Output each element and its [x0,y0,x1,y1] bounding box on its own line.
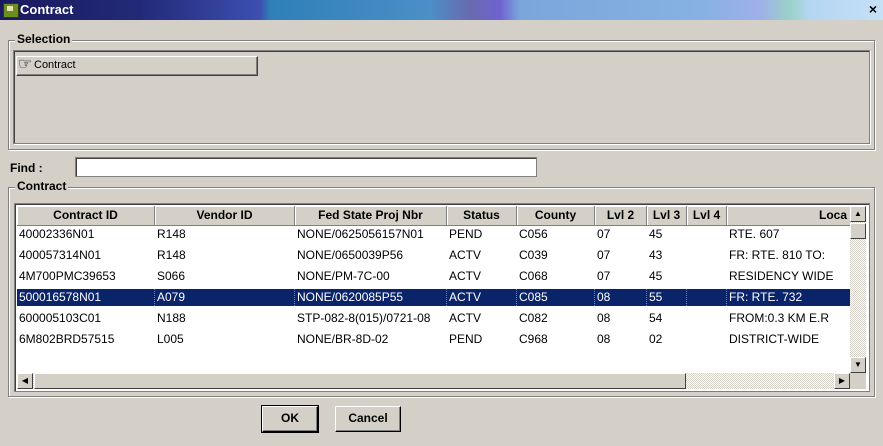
table-cell: NONE/BR-8D-02 [297,332,389,346]
column-header[interactable]: Loca [727,206,852,226]
table-cell: DISTRICT-WIDE [729,332,819,346]
table-cell: 600005103C01 [19,311,102,325]
table-cell: C082 [519,311,548,325]
cancel-button[interactable]: Cancel [335,406,401,432]
table-cell: ACTV [447,289,517,306]
scroll-right-icon[interactable]: ▶ [834,373,850,389]
column-header[interactable]: Lvl 3 [647,206,687,226]
table-cell: 500016578N01 [17,289,155,306]
table-cell: 07 [597,248,611,262]
table-row[interactable]: 600005103C01 N188 STP-082-8(015)/0721-08 AC… [17,310,850,327]
grid-header: Contract ID Vendor ID Fed State Proj Nbr St… [17,206,852,226]
table-cell: STP-082-8(015)/0721-08 [297,311,431,325]
scroll-up-icon[interactable]: ▲ [850,206,866,222]
table-row[interactable]: 40002336N01 R148 NONE/0625056157N01 PEND C05… [17,226,850,243]
table-cell [687,331,726,348]
table-cell: RESIDENCY WIDE [729,269,834,283]
table-cell: 43 [649,248,663,262]
vertical-scrollbar[interactable]: ▲ ▼ [850,206,866,373]
table-cell: PEND [449,332,483,346]
table-cell: C968 [519,332,548,346]
contract-selection-button[interactable]: ☞ Contract [16,56,258,76]
table-cell [687,268,726,285]
table-row[interactable]: 500016578N01 A079 NONE/0620085P55 ACTV C085 0… [17,289,852,306]
table-cell: ACTV [449,311,482,325]
table-cell [687,247,726,264]
table-row[interactable]: 6M802BRD57515 L005 NONE/BR-8D-02 PEND C968 08… [17,331,850,348]
table-cell: R148 [157,248,186,262]
column-header[interactable]: Lvl 4 [687,206,727,226]
horizontal-scroll-thumb[interactable] [34,373,686,389]
table-cell: C056 [519,227,548,241]
table-cell: 07 [597,269,611,283]
close-button[interactable]: × [865,1,881,17]
table-cell: NONE/0650039P56 [297,248,404,262]
column-header[interactable]: County [517,206,595,226]
selection-group: Selection ☞ Contract [8,32,875,150]
table-cell: RTE. 607 [729,227,780,241]
vertical-scroll-thumb[interactable] [850,223,866,239]
contract-selection-label: Contract [34,59,76,71]
column-header[interactable]: Vendor ID [155,206,295,226]
table-cell: 45 [649,227,663,241]
selection-legend: Selection [15,32,73,46]
table-cell: NONE/0625056157N01 [297,227,424,241]
table-cell: R148 [157,227,186,241]
contract-grid[interactable]: Contract ID Vendor ID Fed State Proj Nbr St… [14,203,870,392]
table-cell: FR: RTE. 732 [727,289,852,306]
table-row[interactable]: 4M700PMC39653 S066 NONE/PM-7C-00 ACTV C068 07… [17,268,850,285]
table-cell: C085 [517,289,595,306]
title-bar: Contract × [0,0,883,20]
pointing-hand-icon: ☞ [18,56,33,73]
horizontal-scrollbar[interactable]: ◀ ▶ [17,373,850,389]
table-cell: PEND [449,227,483,241]
table-cell: FROM:0.3 KM E.R [729,311,830,325]
scroll-corner [850,373,866,389]
table-cell [687,226,726,243]
table-row[interactable]: 400057314N01 R148 NONE/0650039P56 ACTV C039 0… [17,247,850,264]
table-cell: S066 [157,269,186,283]
scroll-left-icon[interactable]: ◀ [17,373,33,389]
column-header[interactable]: Lvl 2 [595,206,647,226]
table-cell: 08 [595,289,647,306]
table-cell: 08 [597,332,611,346]
table-cell: 45 [649,269,663,283]
find-input[interactable] [75,157,537,177]
table-cell: 40002336N01 [19,227,95,241]
table-cell: NONE/0620085P55 [295,289,447,306]
selection-panel: ☞ Contract [13,50,870,144]
table-cell: 4M700PMC39653 [19,269,116,283]
table-cell: FR: RTE. 810 TO: [729,248,826,262]
table-cell: C039 [519,248,548,262]
table-cell: 6M802BRD57515 [19,332,115,346]
table-cell: 400057314N01 [19,248,102,262]
table-cell: C068 [519,269,548,283]
table-cell: N188 [157,311,186,325]
table-cell: 08 [597,311,611,325]
table-cell [687,310,726,327]
scroll-down-icon[interactable]: ▼ [850,357,866,373]
ok-button[interactable]: OK [261,405,319,433]
column-header[interactable]: Fed State Proj Nbr [295,206,447,226]
window-title: Contract [20,2,74,17]
table-cell: ACTV [449,269,482,283]
table-cell: L005 [157,332,184,346]
table-cell [687,289,727,306]
column-header[interactable]: Contract ID [17,206,155,226]
table-cell: 02 [649,332,663,346]
app-icon [3,3,19,18]
table-cell: ACTV [449,248,482,262]
contract-legend: Contract [15,179,69,193]
table-cell: 54 [649,311,663,325]
column-header[interactable]: Status [447,206,517,226]
table-cell: 07 [597,227,611,241]
table-cell: 55 [647,289,687,306]
find-label: Find : [10,161,43,175]
table-cell: A079 [155,289,295,306]
table-cell: NONE/PM-7C-00 [297,269,390,283]
